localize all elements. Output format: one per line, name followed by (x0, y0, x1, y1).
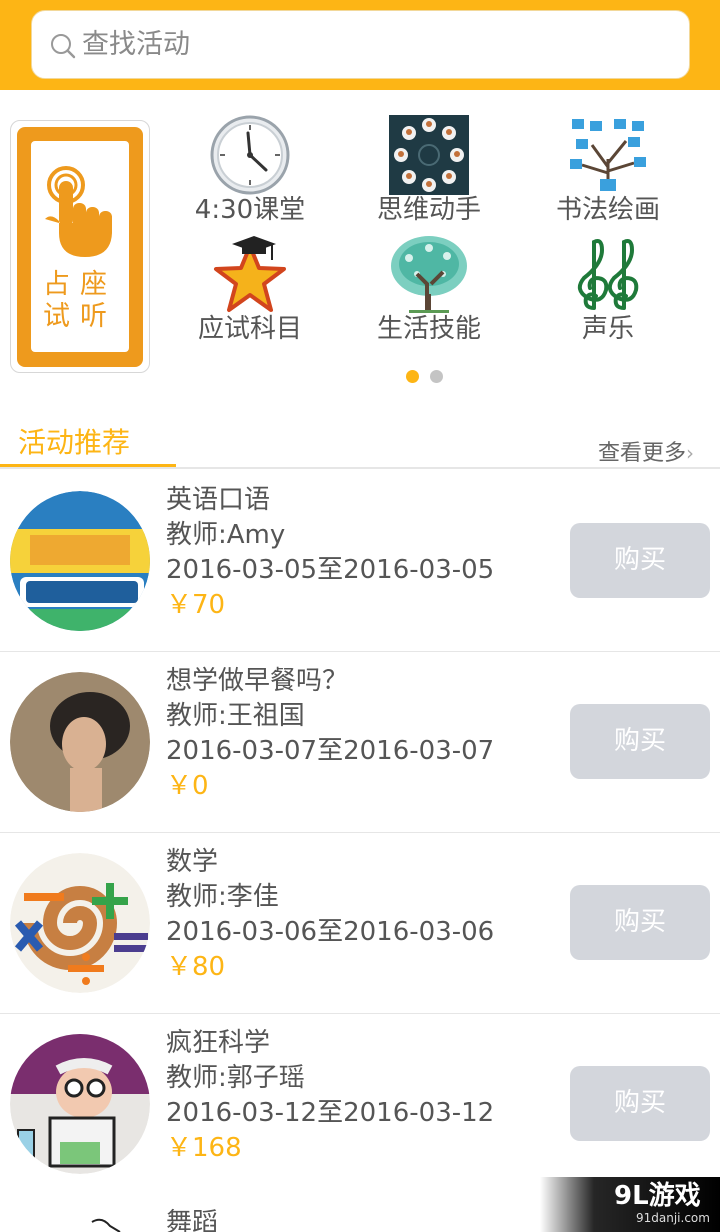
category-label: 应试科目 (197, 314, 302, 344)
page-dot[interactable] (430, 370, 443, 383)
category-calligraphy[interactable]: 书法绘画 (528, 115, 688, 233)
activity-title: 疯狂科学 (166, 1028, 271, 1058)
activity-date: 2016-03-07至2016-03-07 (166, 736, 495, 766)
activity-price: ￥0 (166, 771, 209, 801)
clock-icon (210, 115, 290, 195)
view-more-label: 查看更多 (598, 441, 687, 466)
activity-title: 英语口语 (166, 485, 271, 515)
activity-thumbnail (91, 1218, 121, 1232)
trial-seat-card: 占座 试听 (31, 141, 129, 352)
search-icon (51, 34, 76, 59)
category-label: 思维动手 (376, 195, 481, 225)
activity-date: 2016-03-12至2016-03-12 (166, 1098, 495, 1128)
category-life-skills[interactable]: 生活技能 (349, 234, 509, 352)
watermark-logo: 9L游戏 91danji.com (540, 1177, 720, 1232)
search-placeholder: 查找活动 (82, 29, 190, 60)
category-label: 声乐 (581, 314, 634, 344)
activity-thumbnail (10, 1034, 150, 1174)
activity-teacher: 教师:王祖国 (166, 701, 305, 731)
section-title: 活动推荐 (18, 426, 131, 459)
activity-price: ￥80 (166, 952, 226, 982)
category-exam-subjects[interactable]: 应试科目 (170, 234, 330, 352)
trial-seat-frame: 占座 试听 (17, 127, 143, 367)
treble-clef-icon (577, 239, 639, 310)
category-label: 生活技能 (376, 314, 481, 344)
tree-people-icon (568, 115, 648, 195)
category-thinking[interactable]: 思维动手 (349, 115, 509, 233)
activity-title: 数学 (166, 847, 219, 877)
tap-hand-icon (45, 166, 112, 257)
promo-line-2: 试听 (43, 301, 117, 332)
category-label: 书法绘画 (555, 195, 660, 225)
activity-thumbnail (10, 853, 150, 993)
category-430-class[interactable]: 4:30课堂 (170, 115, 330, 233)
chevron-right-icon: › (686, 441, 695, 465)
activity-title: 舞蹈 (166, 1208, 219, 1232)
activity-row[interactable]: 英语口语 教师:Amy 2016-03-05至2016-03-05 ￥70 购买 (0, 471, 720, 652)
top-bar: 查找活动 (0, 0, 720, 90)
activity-teacher: 教师:Amy (166, 520, 286, 550)
activity-teacher: 教师:李佳 (166, 882, 279, 912)
category-label: 4:30课堂 (194, 195, 306, 225)
buy-button[interactable]: 购买 (570, 885, 710, 960)
activity-thumbnail (10, 672, 150, 812)
trial-seat-banner[interactable]: 占座 试听 (10, 120, 150, 373)
graduation-star-icon (214, 236, 286, 312)
activity-title: 想学做早餐吗？ (166, 666, 349, 696)
activity-date: 2016-03-05至2016-03-05 (166, 555, 495, 585)
page-dot-active[interactable] (406, 370, 419, 383)
search-input[interactable]: 查找活动 (31, 10, 690, 79)
promo-line-1: 占座 (43, 269, 117, 300)
activity-price: ￥168 (166, 1133, 242, 1163)
category-vocal-music[interactable]: 声乐 (528, 234, 688, 352)
activity-date: 2016-03-06至2016-03-06 (166, 917, 495, 947)
watermark-text: 9L游戏 (614, 1181, 701, 1211)
activity-thumbnail (10, 491, 150, 631)
buy-button[interactable]: 购买 (570, 1066, 710, 1141)
watermark-url: 91danji.com (636, 1211, 710, 1225)
network-people-icon (389, 115, 469, 195)
buy-button[interactable]: 购买 (570, 523, 710, 598)
view-more-link[interactable]: 查看更多› (598, 438, 694, 469)
activity-price: ￥70 (166, 590, 226, 620)
activity-row[interactable]: 想学做早餐吗？ 教师:王祖国 2016-03-07至2016-03-07 ￥0 … (0, 652, 720, 833)
activity-teacher: 教师:郭子瑶 (166, 1063, 305, 1093)
activity-row[interactable]: 疯狂科学 教师:郭子瑶 2016-03-12至2016-03-12 ￥168 购… (0, 1014, 720, 1195)
buy-button[interactable]: 购买 (570, 704, 710, 779)
activity-row[interactable]: 数学 教师:李佳 2016-03-06至2016-03-06 ￥80 购买 (0, 833, 720, 1014)
green-tree-icon (391, 236, 467, 313)
